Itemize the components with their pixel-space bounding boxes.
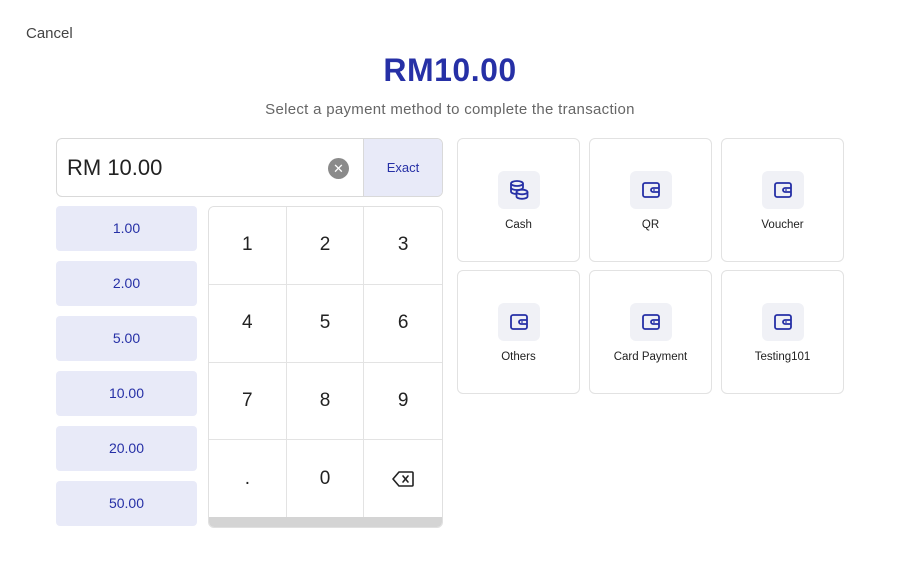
payment-method-label: Voucher [761, 219, 804, 231]
key-8[interactable]: 8 [286, 362, 365, 441]
key-decimal[interactable]: . [209, 440, 287, 518]
payment-method-others[interactable]: Others [457, 270, 580, 394]
key-6[interactable]: 6 [364, 284, 442, 363]
exact-button[interactable]: Exact [363, 139, 442, 196]
quick-amount-button[interactable]: 5.00 [56, 316, 197, 361]
payment-method-card-payment[interactable]: Card Payment [589, 270, 712, 394]
backspace-key[interactable] [364, 440, 442, 518]
payment-method-qr[interactable]: QR [589, 138, 712, 262]
wallet-icon [642, 314, 660, 330]
payment-method-label: Cash [505, 219, 532, 231]
keypad-footer [209, 517, 442, 527]
quick-amount-button[interactable]: 1.00 [56, 206, 197, 251]
payment-method-label: Card Payment [613, 351, 688, 363]
clear-circle-icon[interactable]: ✕ [328, 158, 349, 179]
numeric-keypad: 1 2 3 4 5 6 7 8 9 . 0 [208, 206, 443, 528]
page-subtitle: Select a payment method to complete the … [265, 101, 635, 118]
amount-input-value: RM 10.00 [67, 155, 163, 180]
payment-method-voucher[interactable]: Voucher [721, 138, 844, 262]
key-2[interactable]: 2 [286, 207, 365, 285]
key-9[interactable]: 9 [364, 362, 442, 441]
key-3[interactable]: 3 [364, 207, 442, 285]
quick-amount-button[interactable]: 2.00 [56, 261, 197, 306]
payment-method-cash[interactable]: Cash [457, 138, 580, 262]
total-amount: RM10.00 [383, 52, 517, 88]
wallet-icon [774, 182, 792, 198]
wallet-icon [642, 182, 660, 198]
amount-input[interactable]: RM 10.00 ✕ Exact [56, 138, 443, 197]
payment-method-label: Others [501, 351, 536, 363]
quick-amount-button[interactable]: 50.00 [56, 481, 197, 526]
wallet-icon [510, 314, 528, 330]
payment-method-label: Testing101 [754, 351, 811, 363]
payment-method-testing101[interactable]: Testing101 [721, 270, 844, 394]
backspace-icon [392, 470, 414, 487]
coins-icon [510, 180, 529, 200]
payment-method-label: QR [641, 219, 660, 231]
key-7[interactable]: 7 [209, 362, 287, 441]
cancel-button[interactable]: Cancel [26, 25, 73, 42]
quick-amount-button[interactable]: 20.00 [56, 426, 197, 471]
key-4[interactable]: 4 [209, 284, 287, 363]
key-0[interactable]: 0 [286, 440, 365, 518]
key-5[interactable]: 5 [286, 284, 365, 363]
quick-amount-button[interactable]: 10.00 [56, 371, 197, 416]
wallet-icon [774, 314, 792, 330]
key-1[interactable]: 1 [209, 207, 287, 285]
